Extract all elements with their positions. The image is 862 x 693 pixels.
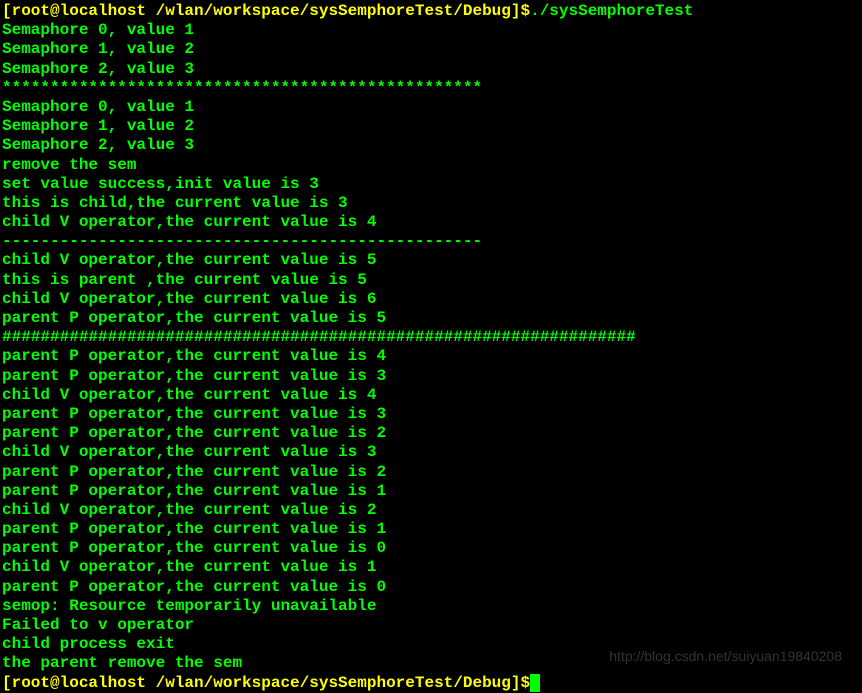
output-line: parent P operator,the current value is 3 — [2, 405, 860, 424]
output-line: this is parent ,the current value is 5 — [2, 271, 860, 290]
prompt-line: [root@localhost /wlan/workspace/sysSemph… — [2, 2, 860, 21]
output-line: this is child,the current value is 3 — [2, 194, 860, 213]
output-line: Semaphore 2, value 3 — [2, 60, 860, 79]
output-line: Semaphore 0, value 1 — [2, 98, 860, 117]
output-line: parent P operator,the current value is 1 — [2, 520, 860, 539]
output-line: child V operator,the current value is 4 — [2, 213, 860, 232]
output-line: parent P operator,the current value is 3 — [2, 367, 860, 386]
output-line: parent P operator,the current value is 2 — [2, 424, 860, 443]
output-line: parent P operator,the current value is 4 — [2, 347, 860, 366]
output-line: Semaphore 1, value 2 — [2, 40, 860, 59]
output-line: semop: Resource temporarily unavailable — [2, 597, 860, 616]
cursor-icon — [530, 674, 540, 692]
output-line: Failed to v operator — [2, 616, 860, 635]
output-line: Semaphore 2, value 3 — [2, 136, 860, 155]
command-text: ./sysSemphoreTest — [530, 2, 693, 20]
output-line: child V operator,the current value is 5 — [2, 251, 860, 270]
watermark-text: http://blog.csdn.net/suiyuan19840208 — [609, 648, 842, 665]
output-line: parent P operator,the current value is 0 — [2, 539, 860, 558]
output-line: remove the sem — [2, 156, 860, 175]
prompt-line: [root@localhost /wlan/workspace/sysSemph… — [2, 674, 860, 693]
output-line: ########################################… — [2, 328, 860, 347]
output-line: ----------------------------------------… — [2, 232, 860, 251]
output-line: child V operator,the current value is 2 — [2, 501, 860, 520]
output-line: set value success,init value is 3 — [2, 175, 860, 194]
terminal-output[interactable]: [root@localhost /wlan/workspace/sysSemph… — [2, 2, 860, 693]
output-line: Semaphore 0, value 1 — [2, 21, 860, 40]
output-line: parent P operator,the current value is 1 — [2, 482, 860, 501]
shell-prompt: [root@localhost /wlan/workspace/sysSemph… — [2, 674, 530, 692]
output-line: ****************************************… — [2, 79, 860, 98]
output-line: child V operator,the current value is 1 — [2, 558, 860, 577]
output-line: child V operator,the current value is 4 — [2, 386, 860, 405]
output-line: parent P operator,the current value is 0 — [2, 578, 860, 597]
shell-prompt: [root@localhost /wlan/workspace/sysSemph… — [2, 2, 530, 20]
output-line: parent P operator,the current value is 2 — [2, 463, 860, 482]
output-line: parent P operator,the current value is 5 — [2, 309, 860, 328]
output-line: child V operator,the current value is 3 — [2, 443, 860, 462]
output-line: Semaphore 1, value 2 — [2, 117, 860, 136]
output-line: child V operator,the current value is 6 — [2, 290, 860, 309]
